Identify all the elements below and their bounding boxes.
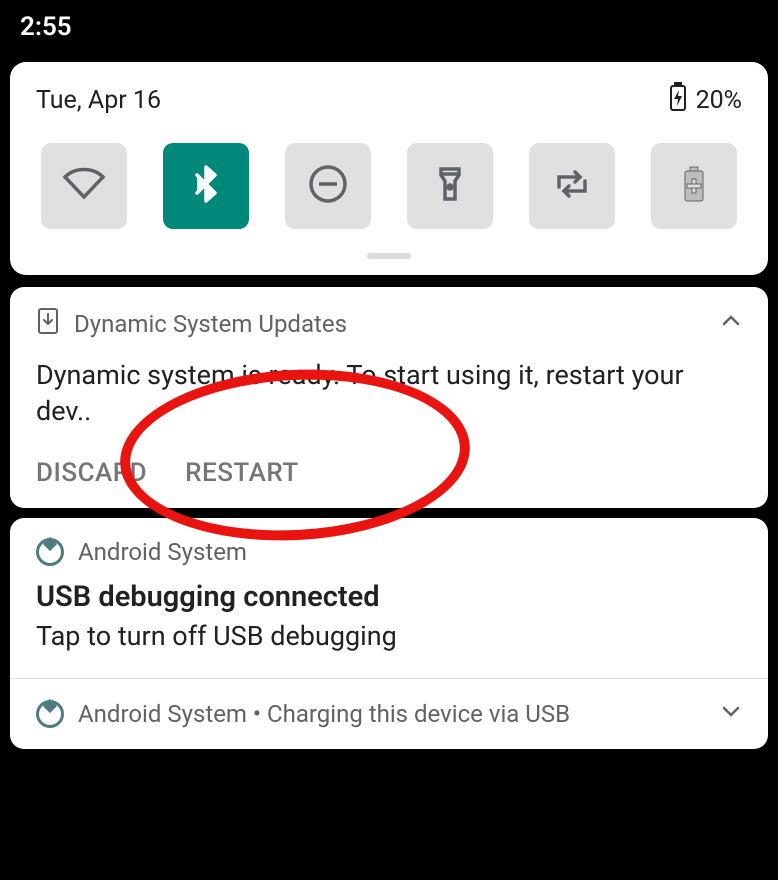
notification-android-system[interactable]: Android System USB debugging connected T… — [10, 518, 768, 749]
collapsed-label: Android System • Charging this device vi… — [78, 700, 706, 728]
tile-dnd[interactable] — [285, 143, 371, 229]
bluetooth-icon — [183, 161, 229, 211]
tile-bluetooth[interactable] — [163, 143, 249, 229]
tile-auto-rotate[interactable] — [529, 143, 615, 229]
notif-app-name: Dynamic System Updates — [74, 310, 706, 338]
flashlight-icon — [427, 161, 473, 211]
status-time: 2:55 — [20, 12, 72, 42]
battery-charging-icon — [668, 82, 688, 119]
notification-dsu[interactable]: Dynamic System Updates Dynamic system is… — [10, 287, 768, 508]
tile-wifi[interactable] — [41, 143, 127, 229]
battery-saver-icon — [671, 161, 717, 211]
notif-app-name: Android System — [78, 538, 247, 566]
notif-title: USB debugging connected — [36, 580, 742, 614]
wifi-icon — [61, 161, 107, 211]
divider — [10, 678, 768, 679]
auto-rotate-icon — [549, 161, 595, 211]
tile-battery-saver[interactable] — [651, 143, 737, 229]
quick-settings-panel: Tue, Apr 16 20% — [10, 62, 768, 275]
qs-drag-handle[interactable] — [367, 253, 411, 259]
qs-date: Tue, Apr 16 — [36, 86, 161, 115]
dnd-icon — [305, 161, 351, 211]
notification-charging[interactable]: Android System • Charging this device vi… — [36, 699, 742, 729]
qs-battery[interactable]: 20% — [668, 82, 742, 119]
collapse-icon[interactable] — [720, 309, 742, 339]
notif-subtitle: Tap to turn off USB debugging — [36, 620, 742, 652]
notif-body: Dynamic system is ready. To start using … — [36, 357, 742, 430]
android-system-icon — [36, 538, 64, 566]
expand-icon[interactable] — [720, 699, 742, 729]
discard-button[interactable]: DISCARD — [36, 458, 147, 488]
android-system-icon — [36, 700, 64, 728]
system-update-icon — [36, 307, 60, 341]
battery-pct: 20% — [696, 86, 742, 115]
tile-flashlight[interactable] — [407, 143, 493, 229]
status-bar: 2:55 — [0, 0, 778, 50]
restart-button[interactable]: RESTART — [185, 458, 299, 488]
